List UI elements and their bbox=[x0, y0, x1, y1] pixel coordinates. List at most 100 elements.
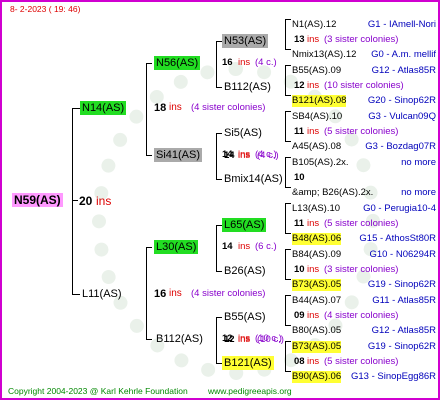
gen3-bracket-v bbox=[285, 65, 286, 95]
gen3-stub-top bbox=[285, 249, 291, 250]
gen4-note: (5 sister colonies) bbox=[324, 218, 399, 229]
gen3-stub-bottom bbox=[285, 95, 291, 96]
gen4-ins: ins bbox=[307, 126, 320, 137]
gen4-ancestor-b-line[interactable]: G15 - AthosSt80R bbox=[359, 233, 436, 245]
gen4-ancestor-a[interactable]: N1(AS).12 bbox=[292, 19, 336, 31]
gen4-ancestor-b[interactable]: Nmix13(AS).12 bbox=[292, 49, 356, 61]
gen3-stub-bottom bbox=[285, 49, 291, 50]
gen3-stub-bottom bbox=[285, 371, 291, 372]
gen1-stub-top bbox=[146, 63, 152, 64]
gen3-stub-top bbox=[285, 111, 291, 112]
gen3-node[interactable]: L65(AS) bbox=[222, 218, 267, 232]
gen4-ancestor-a[interactable]: B73(AS).05 bbox=[292, 341, 342, 353]
gen1-ins: ins bbox=[169, 102, 182, 113]
gen4-num: 10 bbox=[294, 264, 305, 275]
gen3-node[interactable]: B55(AS) bbox=[222, 310, 268, 324]
root-node[interactable]: N59(AS) bbox=[12, 193, 63, 207]
gen4-ancestor-b[interactable]: B73(AS).05 bbox=[292, 279, 342, 291]
gen1-stub-bottom bbox=[146, 339, 152, 340]
gen1-ins: ins bbox=[169, 288, 182, 299]
gen4-ancestor-a-line[interactable]: G1 - IAmell-Nori bbox=[368, 19, 436, 31]
gen4-ancestor-b[interactable]: B121(AS).08 bbox=[292, 95, 347, 107]
gen4-ins: ins bbox=[307, 34, 320, 45]
gen4-ancestor-a-line[interactable]: no more bbox=[401, 157, 436, 169]
gen3-stub-top bbox=[285, 65, 291, 66]
gen4-ancestor-a-line[interactable]: G12 - Atlas85R bbox=[372, 65, 436, 77]
gen3-note: (4 c.) bbox=[255, 149, 277, 160]
gen3-ins: ins bbox=[238, 57, 251, 68]
gen3-stub-bottom bbox=[285, 325, 291, 326]
gen4-ancestor-a-line[interactable]: G3 - Vulcan09Q bbox=[368, 111, 436, 123]
gen4-ancestor-b[interactable]: &amp; B26(AS).2x. bbox=[292, 187, 373, 199]
gen1-note: (4 sister colonies) bbox=[191, 102, 266, 113]
gen4-ins: ins bbox=[307, 80, 320, 91]
gen3-bracket-v bbox=[285, 249, 286, 279]
gen4-num: 10 bbox=[294, 172, 305, 183]
gen4-ancestor-a-line[interactable]: G10 - N06294R bbox=[369, 249, 436, 261]
root-num: 20 bbox=[79, 194, 93, 208]
gen2-bracket-v bbox=[216, 41, 217, 87]
gen3-bracket-v bbox=[285, 111, 286, 141]
gen4-ancestor-b[interactable]: B80(AS).05 bbox=[292, 325, 341, 337]
gen4-ancestor-b-line[interactable]: G19 - Sinop62R bbox=[368, 279, 436, 291]
gen4-ancestor-b[interactable]: A45(AS).08 bbox=[292, 141, 341, 153]
gen3-note: (4 c.) bbox=[255, 57, 277, 68]
root-ins: ins bbox=[96, 194, 112, 208]
gen4-ancestor-b-line[interactable]: G20 - Sinop62R bbox=[368, 95, 436, 107]
header-date: 8- 2-2023 ( 19: 46) bbox=[10, 4, 81, 14]
gen4-ancestor-b-line[interactable]: G13 - SinopEgg86R bbox=[351, 371, 436, 383]
gen3-bracket-v bbox=[285, 295, 286, 325]
gen4-note: (10 sister colonies) bbox=[324, 80, 404, 91]
gen1-num: 16 bbox=[154, 288, 167, 300]
gen4-ins: ins bbox=[307, 310, 320, 321]
gen4-ancestor-a[interactable]: B44(AS).07 bbox=[292, 295, 341, 307]
gen3-node[interactable]: B26(AS) bbox=[222, 264, 268, 278]
gen3-ins: ins bbox=[238, 241, 251, 252]
gen1-node[interactable]: N14(AS) bbox=[80, 101, 127, 115]
gen4-ancestor-a[interactable]: L13(AS).10 bbox=[292, 203, 340, 215]
gen4-ancestor-b-line[interactable]: no more bbox=[401, 187, 436, 199]
gen3-node[interactable]: B112(AS) bbox=[222, 80, 273, 94]
gen4-ins: ins bbox=[307, 218, 320, 229]
gen3-node[interactable]: B121(AS) bbox=[222, 356, 274, 370]
gen3-stub-bottom bbox=[285, 279, 291, 280]
gen4-ancestor-a[interactable]: B55(AS).09 bbox=[292, 65, 341, 77]
gen3-num: 16 bbox=[222, 57, 233, 68]
gen4-ancestor-a-line[interactable]: G11 - Atlas85R bbox=[372, 295, 436, 307]
gen3-num: 12 bbox=[222, 333, 233, 344]
gen4-ancestor-a[interactable]: B84(AS).09 bbox=[292, 249, 341, 261]
gen4-ancestor-a[interactable]: SB4(AS).10 bbox=[292, 111, 342, 123]
gen4-ins: ins bbox=[307, 264, 320, 275]
gen4-ancestor-b-line[interactable]: G12 - Atlas85R bbox=[372, 325, 436, 337]
gen2-bracket-v bbox=[216, 317, 217, 363]
gen3-bracket-v bbox=[285, 341, 286, 371]
gen3-node[interactable]: Bmix14(AS) bbox=[222, 172, 285, 186]
gen3-bracket-v bbox=[285, 19, 286, 49]
gen4-num: 12 bbox=[294, 80, 305, 91]
gen3-stub-top bbox=[285, 295, 291, 296]
gen3-stub-top bbox=[285, 341, 291, 342]
gen1-top-stub bbox=[72, 108, 80, 109]
gen4-ancestor-a-line[interactable]: G0 - Perugia10-4 bbox=[363, 203, 436, 215]
gen4-ancestor-b-line[interactable]: G0 - A.m. mellif bbox=[371, 49, 436, 61]
footer-site[interactable]: www.pedigreeapis.org bbox=[208, 385, 292, 397]
gen4-ancestor-b[interactable]: B48(AS).06 bbox=[292, 233, 342, 245]
gen3-bracket-v bbox=[285, 157, 286, 187]
gen3-stub-top bbox=[285, 19, 291, 20]
gen3-ins: ins bbox=[238, 149, 251, 160]
gen4-note: (5 sister colonies) bbox=[324, 356, 399, 367]
gen4-ancestor-b-line[interactable]: G3 - Bozdag07R bbox=[365, 141, 436, 153]
gen2-node[interactable]: B112(AS) bbox=[154, 332, 205, 346]
gen2-node[interactable]: N56(AS) bbox=[154, 56, 201, 70]
gen4-ancestor-a[interactable]: B105(AS).2x. bbox=[292, 157, 349, 169]
gen1-node[interactable]: L11(AS) bbox=[80, 287, 124, 301]
gen3-node[interactable]: Si5(AS) bbox=[222, 126, 264, 140]
gen1-note: (4 sister colonies) bbox=[191, 288, 266, 299]
gen4-note: (4 sister colonies) bbox=[324, 310, 399, 321]
gen2-node[interactable]: Si41(AS) bbox=[154, 148, 203, 162]
gen4-ancestor-a-line[interactable]: G19 - Sinop62R bbox=[368, 341, 436, 353]
gen4-ancestor-b[interactable]: B90(AS).06 bbox=[292, 371, 342, 383]
gen3-node[interactable]: N53(AS) bbox=[222, 34, 269, 48]
gen4-note: (3 sister colonies) bbox=[324, 264, 399, 275]
gen2-node[interactable]: L30(AS) bbox=[154, 240, 199, 254]
